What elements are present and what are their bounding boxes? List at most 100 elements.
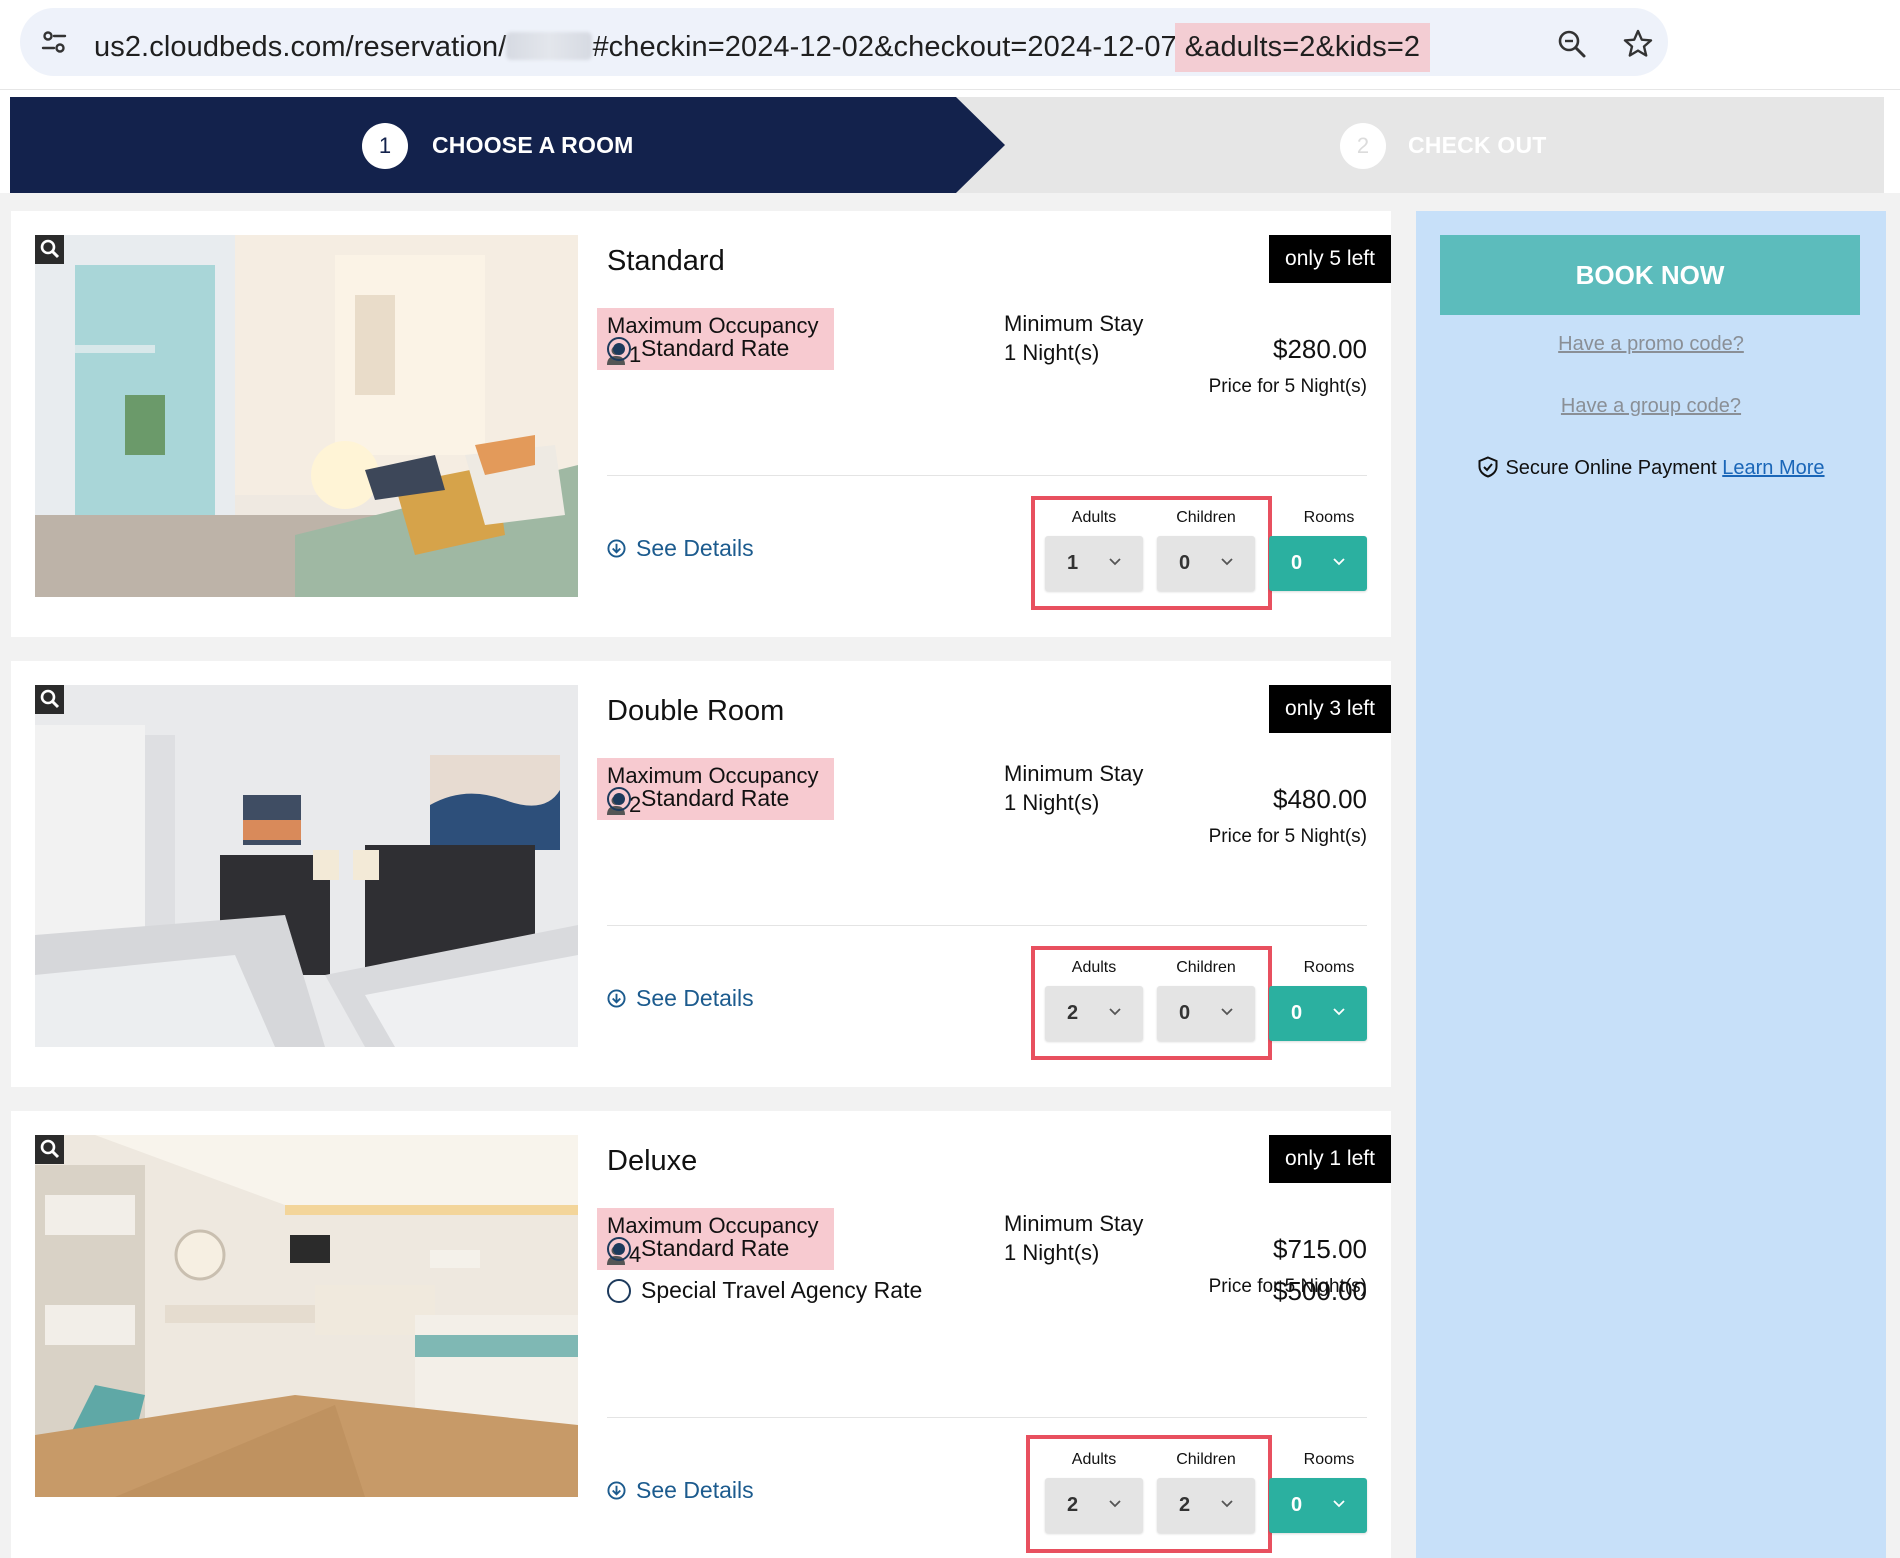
redacted-url-segment	[506, 32, 593, 60]
rooms-value: 0	[1291, 1494, 1303, 1516]
rate-name: Special Travel Agency Rate	[641, 1277, 923, 1303]
expand-down-icon	[607, 539, 626, 558]
children-select[interactable]: 0	[1157, 986, 1255, 1041]
learn-more-link[interactable]: Learn More	[1722, 457, 1824, 479]
see-details-link[interactable]: See Details	[607, 985, 754, 1012]
expand-down-icon	[607, 1481, 626, 1500]
room-title: Double Room	[607, 695, 785, 727]
price-label: Price for 5 Night(s)	[1208, 826, 1367, 847]
group-code-link[interactable]: Have a group code?	[1416, 395, 1886, 418]
radio-button-selected[interactable]	[607, 787, 631, 811]
radio-button[interactable]	[607, 1279, 631, 1303]
room-photo[interactable]	[35, 235, 578, 597]
rooms-value: 0	[1291, 1002, 1303, 1024]
minimum-stay-label: Minimum Stay	[1004, 761, 1144, 786]
adults-label: Adults	[1071, 509, 1117, 526]
chevron-down-icon	[1333, 1008, 1345, 1016]
step-label: CHOOSE A ROOM	[432, 132, 634, 158]
step-label: CHECK OUT	[1408, 132, 1547, 158]
adults-select[interactable]: 2	[1045, 986, 1143, 1041]
adults-select[interactable]: 2	[1045, 1478, 1143, 1533]
children-value: 0	[1179, 1002, 1191, 1024]
minimum-stay-value: 1 Night(s)	[1004, 790, 1100, 815]
see-details-link[interactable]: See Details	[607, 535, 754, 562]
url-guests-highlight: &adults=2&kids=2	[1174, 23, 1431, 72]
bookmark-star-icon[interactable]	[1622, 28, 1654, 60]
rate-price: $500.00	[1273, 1276, 1367, 1306]
radio-button-selected[interactable]	[607, 337, 631, 361]
chevron-down-icon	[1333, 1500, 1345, 1508]
adults-label: Adults	[1071, 1451, 1117, 1468]
price-label: Price for 5 Night(s)	[1208, 376, 1367, 397]
rooms-label: Rooms	[1303, 1451, 1355, 1468]
divider	[607, 1417, 1367, 1418]
rate-price: $480.00	[1273, 784, 1367, 814]
chevron-down-icon	[1221, 1500, 1233, 1508]
minimum-stay: Minimum Stay 1 Night(s)	[1004, 1209, 1143, 1267]
minimum-stay-value: 1 Night(s)	[1004, 340, 1100, 365]
chevron-down-icon	[1109, 1008, 1121, 1016]
children-value: 2	[1179, 1494, 1191, 1516]
availability-badge: only 3 left	[1269, 685, 1391, 733]
rooms-select[interactable]: 0	[1269, 986, 1367, 1041]
see-details-label: See Details	[636, 1477, 754, 1503]
site-settings-icon[interactable]	[40, 28, 68, 56]
children-label: Children	[1176, 1451, 1236, 1468]
step-number: 2	[1340, 123, 1386, 169]
adults-select[interactable]: 1	[1045, 536, 1143, 591]
promo-code-link[interactable]: Have a promo code?	[1416, 333, 1886, 356]
room-title: Standard	[607, 245, 725, 277]
chevron-down-icon	[1333, 558, 1345, 566]
children-select[interactable]: 2	[1157, 1478, 1255, 1533]
zoom-image-icon[interactable]	[35, 685, 64, 714]
see-details-label: See Details	[636, 985, 754, 1011]
rate-option-standard[interactable]: Standard Rate	[607, 335, 789, 362]
rate-option-standard[interactable]: Standard Rate	[607, 1235, 789, 1262]
room-card-deluxe: Deluxe only 1 left Maximum Occupancy 4 M…	[11, 1111, 1391, 1558]
availability-badge: only 1 left	[1269, 1135, 1391, 1183]
divider	[607, 925, 1367, 926]
rooms-value: 0	[1291, 552, 1303, 574]
chevron-down-icon	[1221, 558, 1233, 566]
rate-name: Standard Rate	[641, 335, 790, 361]
room-photo[interactable]	[35, 685, 578, 1047]
radio-button-selected[interactable]	[607, 1237, 631, 1261]
chevron-down-icon	[1109, 558, 1121, 566]
rooms-label: Rooms	[1303, 959, 1355, 976]
zoom-icon[interactable]	[1556, 28, 1588, 60]
step-number: 1	[362, 123, 408, 169]
see-details-link[interactable]: See Details	[607, 1477, 754, 1504]
children-select[interactable]: 0	[1157, 536, 1255, 591]
minimum-stay: Minimum Stay 1 Night(s)	[1004, 309, 1143, 367]
adults-value: 2	[1067, 1494, 1079, 1516]
rate-option-travel-agency[interactable]: Special Travel Agency Rate	[607, 1277, 922, 1304]
url-host: us2.cloudbeds.com/reservation/	[94, 31, 507, 63]
chevron-down-icon	[1221, 1008, 1233, 1016]
rate-option-standard[interactable]: Standard Rate	[607, 785, 789, 812]
rate-price: $715.00	[1273, 1234, 1367, 1264]
divider	[607, 475, 1367, 476]
step-choose-room[interactable]: 1 CHOOSE A ROOM	[10, 97, 1005, 193]
browser-toolbar: us2.cloudbeds.com/reservation/ #checkin=2…	[0, 0, 1900, 90]
rooms-select[interactable]: 0	[1269, 536, 1367, 591]
adults-value: 1	[1067, 552, 1079, 574]
children-label: Children	[1176, 509, 1236, 526]
zoom-image-icon[interactable]	[35, 235, 64, 264]
rate-price: $280.00	[1273, 334, 1367, 364]
chevron-down-icon	[1109, 1500, 1121, 1508]
url-text[interactable]: us2.cloudbeds.com/reservation/ #checkin=2…	[94, 23, 1431, 72]
room-card-double: Double Room only 3 left Maximum Occupanc…	[11, 661, 1391, 1087]
secure-payment-note: Secure Online Payment Learn More	[1416, 456, 1886, 480]
children-value: 0	[1179, 552, 1191, 574]
secure-payment-text: Secure Online Payment	[1505, 457, 1717, 479]
rooms-select[interactable]: 0	[1269, 1478, 1367, 1533]
minimum-stay-label: Minimum Stay	[1004, 311, 1144, 336]
book-now-button[interactable]: BOOK NOW	[1440, 235, 1860, 315]
minimum-stay-value: 1 Night(s)	[1004, 1240, 1100, 1265]
children-label: Children	[1176, 959, 1236, 976]
minimum-stay: Minimum Stay 1 Night(s)	[1004, 759, 1143, 817]
rate-name: Standard Rate	[641, 1235, 790, 1261]
address-bar[interactable]: us2.cloudbeds.com/reservation/ #checkin=2…	[20, 8, 1668, 76]
zoom-image-icon[interactable]	[35, 1135, 64, 1164]
room-photo[interactable]	[35, 1135, 578, 1497]
